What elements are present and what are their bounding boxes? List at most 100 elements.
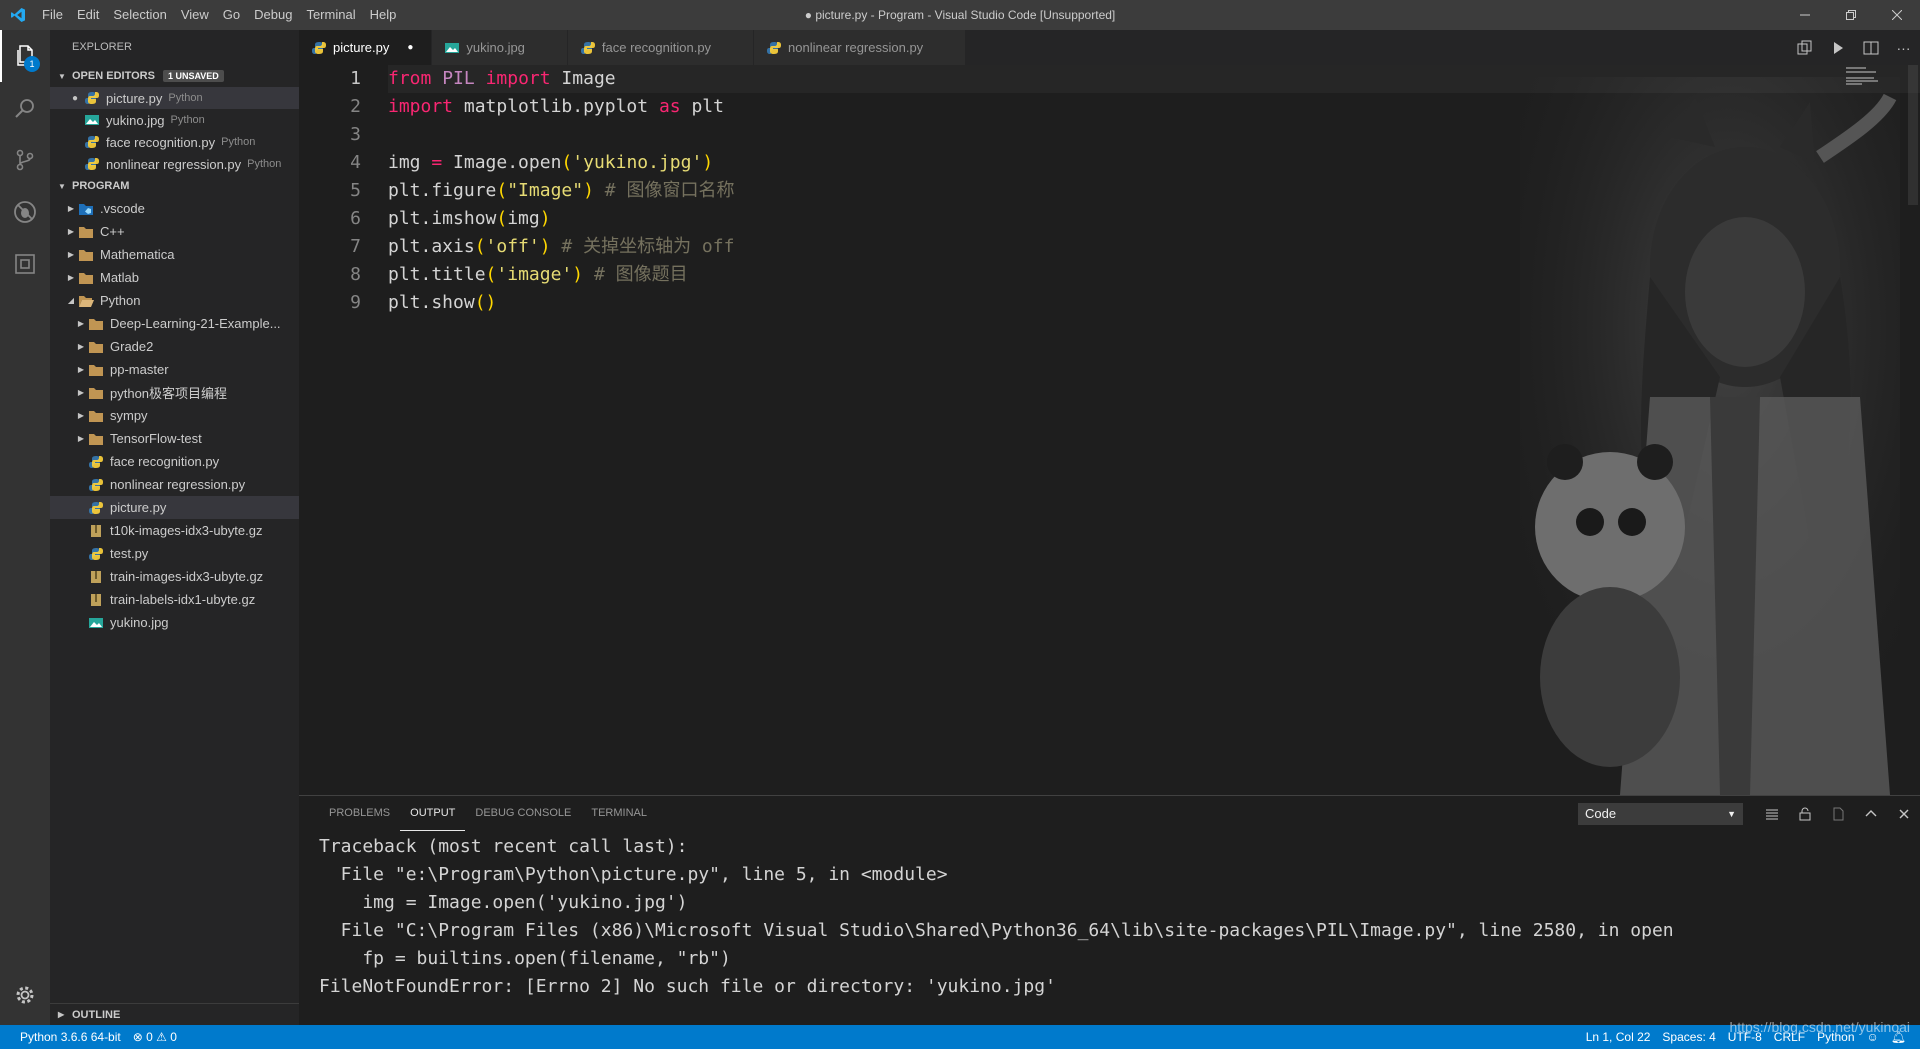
menu-selection[interactable]: Selection	[106, 0, 173, 30]
error-icon: ⊗	[132, 1030, 143, 1044]
end-of-line[interactable]: CRLF	[1768, 1025, 1811, 1049]
editor-tab[interactable]: face recognition.py×	[567, 30, 755, 65]
language-mode[interactable]: Python	[1811, 1025, 1860, 1049]
clear-output-button[interactable]	[1755, 796, 1788, 831]
file-icon-wrap	[766, 41, 782, 55]
encoding[interactable]: UTF-8	[1722, 1025, 1768, 1049]
folder-icon	[89, 410, 103, 422]
tree-item-label: Deep-Learning-21-Example...	[110, 316, 281, 331]
explorer-view-button[interactable]: 1	[0, 30, 50, 82]
program-folder-header[interactable]: ▼ PROGRAM	[50, 175, 299, 197]
code-line[interactable]: plt.title('image') # 图像题目	[388, 261, 1920, 289]
tree-item[interactable]: nonlinear regression.py	[50, 473, 299, 496]
more-actions-button[interactable]: ···	[1887, 30, 1920, 65]
folder-icon	[89, 364, 103, 376]
tree-item[interactable]: ▶ sympy	[50, 404, 299, 427]
tree-item[interactable]: ▶ Matlab	[50, 266, 299, 289]
tree-item[interactable]: train-images-idx3-ubyte.gz	[50, 565, 299, 588]
tree-item[interactable]: t10k-images-idx3-ubyte.gz	[50, 519, 299, 542]
tree-item[interactable]: ▶ pp-master	[50, 358, 299, 381]
close-panel-button[interactable]	[1887, 796, 1920, 831]
chevron-right-icon: ▶	[67, 250, 75, 259]
extensions-view-button[interactable]	[0, 238, 50, 290]
editor-scrollbar[interactable]	[1906, 65, 1920, 795]
menu-help[interactable]: Help	[363, 0, 404, 30]
file-icon-wrap	[84, 91, 100, 105]
problems-indicator[interactable]: ⊗ 0 ⚠ 0	[127, 1025, 183, 1049]
notifications-button[interactable]: 🔔︎	[1885, 1025, 1912, 1049]
open-editors-header[interactable]: ▼ OPEN EDITORS 1 UNSAVED	[50, 65, 299, 87]
code-line[interactable]: plt.figure("Image") # 图像窗口名称	[388, 177, 1920, 205]
editor-tab[interactable]: yukino.jpg×	[432, 30, 568, 65]
panel-tab-output[interactable]: OUTPUT	[400, 796, 466, 831]
minimize-button[interactable]	[1782, 0, 1828, 30]
menu-edit[interactable]: Edit	[70, 0, 106, 30]
tree-item[interactable]: face recognition.py	[50, 450, 299, 473]
open-editor-item[interactable]: face recognition.py Python	[50, 131, 299, 153]
code-line[interactable]: img = Image.open('yukino.jpg')	[388, 149, 1920, 177]
open-log-button[interactable]	[1821, 796, 1854, 831]
restore-button[interactable]	[1828, 0, 1874, 30]
tree-item[interactable]: test.py	[50, 542, 299, 565]
tree-item[interactable]: ▶ .vscode	[50, 197, 299, 220]
lock-icon	[1799, 807, 1810, 820]
cursor-position[interactable]: Ln 1, Col 22	[1580, 1025, 1657, 1049]
outline-header[interactable]: ▶ OUTLINE	[50, 1003, 299, 1025]
debug-view-button[interactable]	[0, 186, 50, 238]
search-view-button[interactable]	[0, 82, 50, 134]
tree-item[interactable]: ▶ python极客项目编程	[50, 381, 299, 404]
scrollbar-thumb[interactable]	[1908, 65, 1918, 205]
panel-tab-problems[interactable]: PROBLEMS	[319, 796, 400, 831]
source-control-view-button[interactable]	[0, 134, 50, 186]
tree-item[interactable]: yukino.jpg	[50, 611, 299, 634]
code-line[interactable]	[388, 121, 1920, 149]
panel-tab-debug-console[interactable]: DEBUG CONSOLE	[465, 796, 581, 831]
menu-file[interactable]: File	[35, 0, 70, 30]
menu-go[interactable]: Go	[216, 0, 247, 30]
tree-item[interactable]: ▶ TensorFlow-test	[50, 427, 299, 450]
menu-debug[interactable]: Debug	[247, 0, 299, 30]
line-number: 4	[350, 152, 361, 173]
file-icon-wrap	[88, 386, 104, 400]
output-channel-select[interactable]: Code ▼	[1578, 802, 1743, 825]
manage-button[interactable]	[0, 969, 50, 1021]
code-line[interactable]: plt.imshow(img)	[388, 205, 1920, 233]
tree-item[interactable]: ▶ C++	[50, 220, 299, 243]
open-changes-button[interactable]	[1788, 30, 1821, 65]
window-controls	[1782, 0, 1920, 30]
output-channel-value: Code	[1585, 806, 1617, 821]
tree-item[interactable]: train-labels-idx1-ubyte.gz	[50, 588, 299, 611]
menu-bar: File Edit Selection View Go Debug Termin…	[35, 0, 403, 30]
split-editor-button[interactable]	[1854, 30, 1887, 65]
tree-item[interactable]: ▶ Mathematica	[50, 243, 299, 266]
code-editor[interactable]: 1 2 3 4 5 6 7 8 9 from PIL import Image import ma…	[299, 65, 1920, 795]
code-line[interactable]: import matplotlib.pyplot as plt	[388, 93, 1920, 121]
editor-tab[interactable]: nonlinear regression.py×	[754, 30, 967, 65]
open-editor-item[interactable]: nonlinear regression.py Python	[50, 153, 299, 175]
tree-item[interactable]: picture.py	[50, 496, 299, 519]
panel-tab-terminal[interactable]: TERMINAL	[581, 796, 657, 831]
editor-tab[interactable]: picture.py ●	[299, 30, 433, 65]
minimap[interactable]	[1846, 65, 1906, 95]
lock-scroll-button[interactable]	[1788, 796, 1821, 831]
close-window-button[interactable]	[1874, 0, 1920, 30]
code-line[interactable]: from PIL import Image	[388, 65, 1920, 93]
unsaved-dot-icon[interactable]: ●	[403, 42, 417, 53]
run-button[interactable]	[1821, 30, 1854, 65]
menu-view[interactable]: View	[174, 0, 216, 30]
open-editor-name: nonlinear regression.py	[106, 156, 242, 172]
code-line[interactable]: plt.show()	[388, 289, 1920, 317]
open-editor-item[interactable]: yukino.jpg Python	[50, 109, 299, 131]
open-editor-item[interactable]: ● picture.py Python	[50, 87, 299, 109]
tree-item[interactable]: ◢ Python	[50, 289, 299, 312]
feedback-button[interactable]: ☺	[1861, 1025, 1885, 1049]
menu-terminal[interactable]: Terminal	[299, 0, 362, 30]
code-line[interactable]: plt.axis('off') # 关掉坐标轴为 off	[388, 233, 1920, 261]
open-editor-description: Python	[168, 92, 203, 104]
tree-item[interactable]: ▶ Grade2	[50, 335, 299, 358]
tree-item[interactable]: ▶ Deep-Learning-21-Example...	[50, 312, 299, 335]
line-number: 5	[350, 180, 361, 201]
python-interpreter-selector[interactable]: Python 3.6.6 64-bit	[14, 1025, 127, 1049]
indentation[interactable]: Spaces: 4	[1656, 1025, 1721, 1049]
maximize-panel-button[interactable]	[1854, 796, 1887, 831]
